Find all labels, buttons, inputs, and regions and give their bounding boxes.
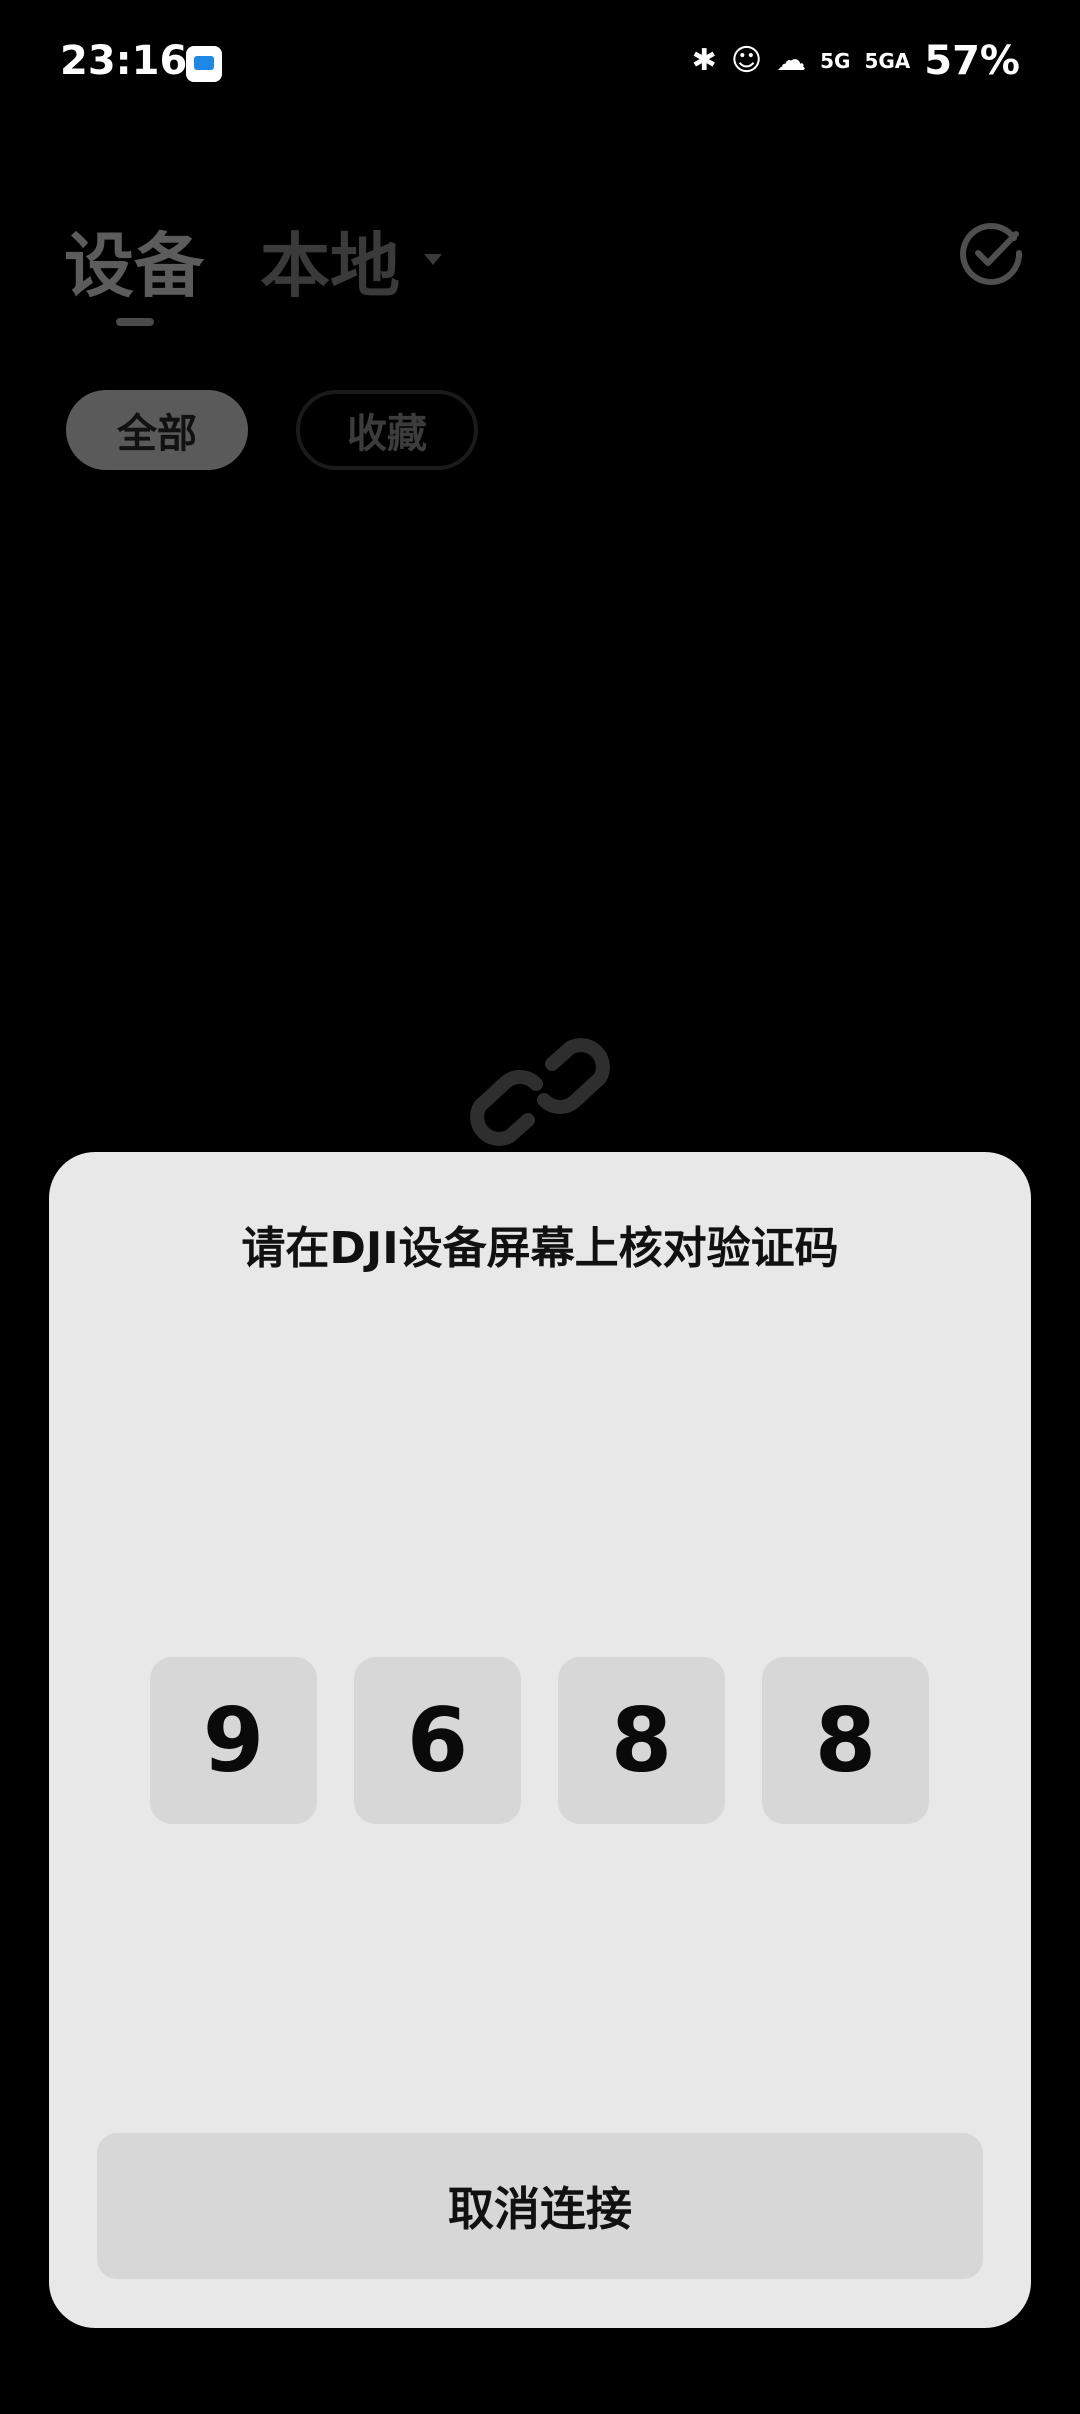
code-digit: 8 — [558, 1657, 725, 1824]
code-digit: 8 — [762, 1657, 929, 1824]
battery-level: 57% — [924, 38, 1020, 84]
tab-devices[interactable]: 设备 — [64, 210, 204, 311]
chevron-down-icon[interactable] — [424, 254, 442, 265]
bluetooth-icon: ✱ — [691, 43, 717, 78]
tab-active-indicator — [116, 318, 154, 326]
check-circle-icon[interactable] — [958, 220, 1024, 286]
screen: 23:16 ✱ ☺ ☁ 5G 5GA 57% 设备 本地 全部 收藏 请在DJI… — [0, 0, 1080, 2414]
tab-local[interactable]: 本地 — [260, 210, 400, 311]
status-time: 23:16 — [60, 38, 188, 84]
signal-5ga-icon: 5GA — [864, 49, 911, 73]
verification-code: 9 6 8 8 — [150, 1657, 929, 1824]
filter-favorites-chip[interactable]: 收藏 — [296, 390, 478, 470]
code-digit: 9 — [150, 1657, 317, 1824]
code-digit: 6 — [354, 1657, 521, 1824]
cancel-connection-button[interactable]: 取消连接 — [97, 2133, 983, 2279]
verification-dialog: 请在DJI设备屏幕上核对验证码 9 6 8 8 取消连接 — [49, 1152, 1031, 2328]
signal-5g-icon: 5G — [820, 49, 851, 73]
filter-all-chip[interactable]: 全部 — [66, 390, 248, 470]
cat-icon: ☺ — [730, 43, 763, 78]
status-bar: 23:16 ✱ ☺ ☁ 5G 5GA 57% — [0, 0, 1080, 130]
status-icons: ✱ ☺ ☁ 5G 5GA 57% — [692, 38, 1020, 84]
dialog-title: 请在DJI设备屏幕上核对验证码 — [241, 1223, 839, 1274]
header: 设备 本地 — [64, 210, 1024, 326]
app-notification-icon — [186, 46, 222, 82]
filter-chips: 全部 收藏 — [66, 390, 478, 470]
link-icon — [470, 1038, 610, 1146]
dog-wifi-icon: ☁ — [776, 43, 807, 78]
